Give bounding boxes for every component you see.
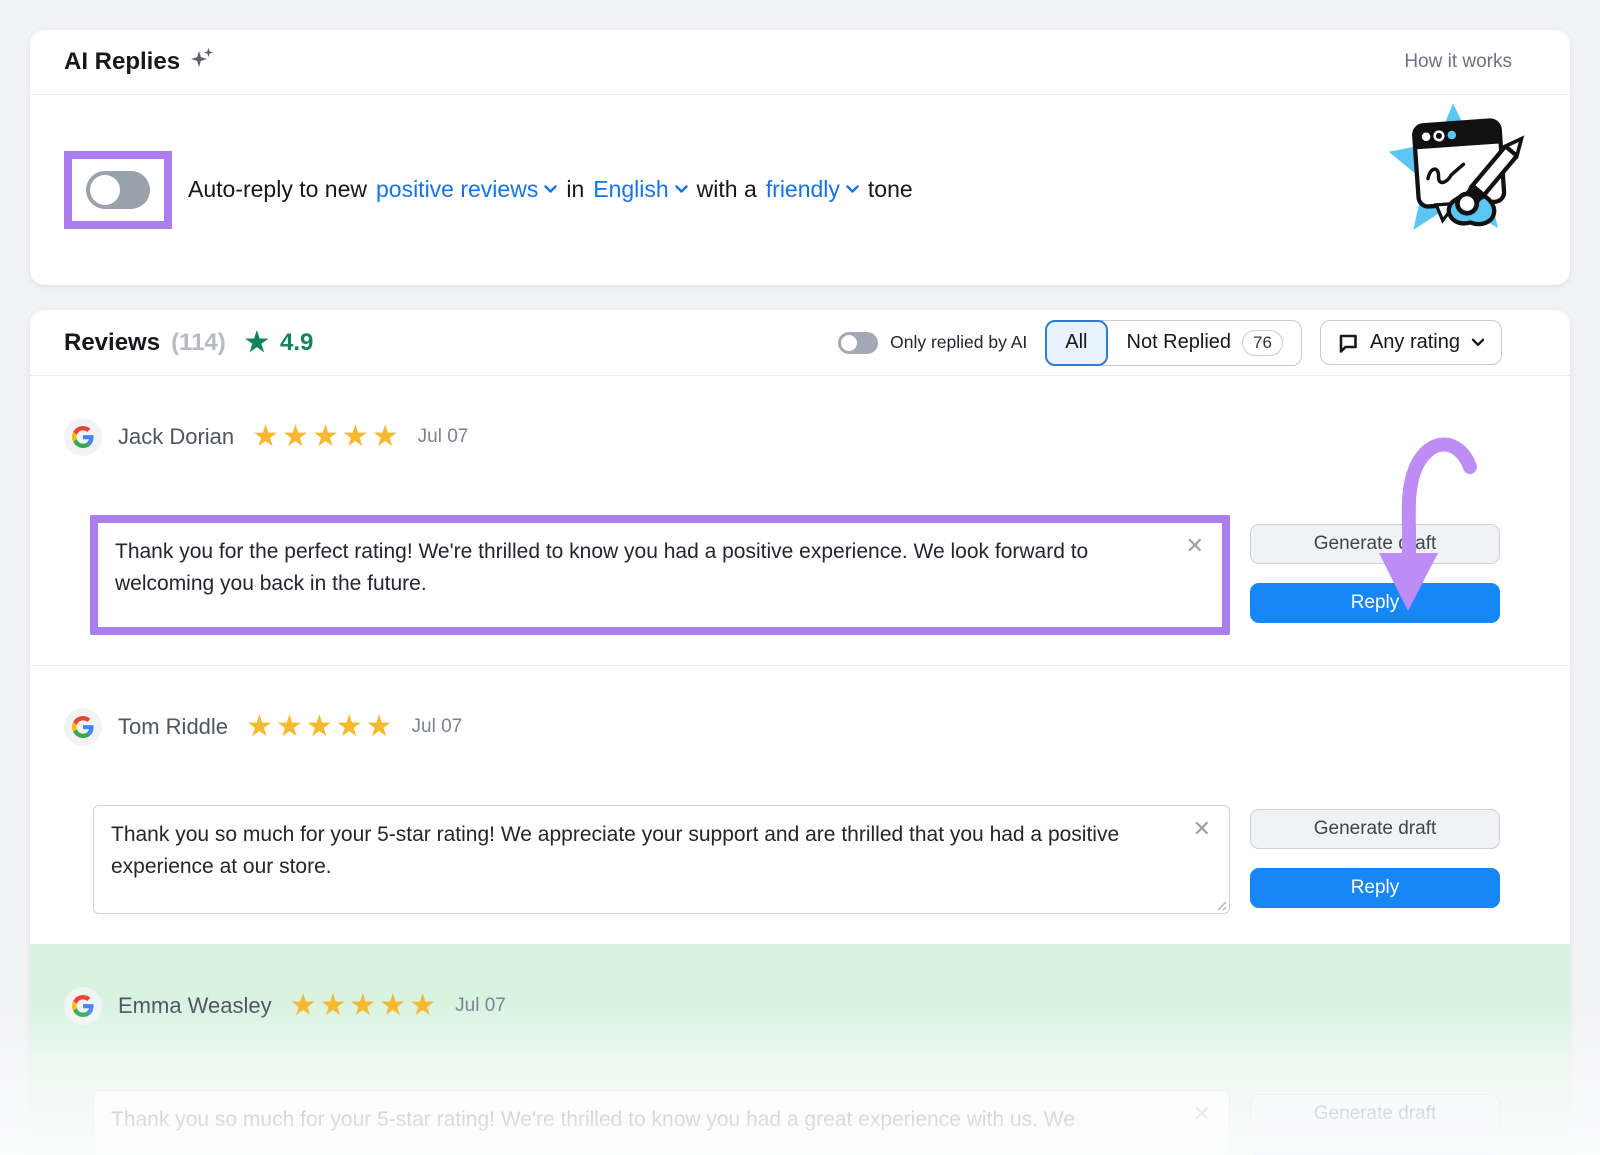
google-icon: [64, 987, 102, 1025]
review-head: Jack Dorian ★★★★★ Jul 07: [64, 376, 1500, 456]
reviewer-name: Tom Riddle: [118, 714, 228, 740]
star-rating: ★★★★★: [246, 712, 395, 742]
chevron-down-icon: [544, 185, 557, 194]
tone-suffix-label: tone: [868, 176, 913, 203]
reply-textarea-wrap: Thank you so much for your 5-star rating…: [93, 805, 1230, 914]
review-row-auto-replied: Emma Weasley ★★★★★ Jul 07 Thank you so m…: [30, 944, 1570, 1155]
reply-button[interactable]: Reply: [1250, 868, 1500, 908]
reviews-filters: Only replied by AI All Not Replied 76 An…: [838, 320, 1502, 366]
language-dropdown[interactable]: English: [593, 176, 687, 203]
chevron-down-icon: [675, 185, 688, 194]
review-date: Jul 07: [455, 995, 506, 1017]
reply-textarea[interactable]: Thank you so much for your 5-star rating…: [94, 1091, 1229, 1155]
generate-draft-button[interactable]: Generate draft: [1250, 524, 1500, 564]
chevron-down-icon: [846, 185, 859, 194]
close-icon[interactable]: ✕: [1184, 533, 1206, 559]
toggle-knob: [90, 175, 120, 205]
ai-replies-title: AI Replies: [64, 46, 215, 79]
reply-actions: Generate draft Reply: [1250, 515, 1500, 623]
review-type-dropdown[interactable]: positive reviews: [376, 176, 557, 203]
green-star-icon: ★: [245, 329, 269, 356]
reply-textarea-highlight-box: Thank you for the perfect rating! We're …: [90, 515, 1230, 635]
replied-filter-tabs: All Not Replied 76: [1045, 320, 1302, 366]
tab-not-replied-label: Not Replied: [1127, 331, 1232, 354]
language-value: English: [593, 176, 668, 203]
review-type-value: positive reviews: [376, 176, 538, 203]
ai-replies-title-text: AI Replies: [64, 48, 180, 76]
close-icon[interactable]: ✕: [1191, 816, 1213, 842]
google-icon: [64, 418, 102, 456]
only-replied-by-ai-toggle[interactable]: [838, 332, 878, 354]
reply-section: Thank you so much for your 5-star rating…: [64, 1090, 1500, 1155]
tone-dropdown[interactable]: friendly: [766, 176, 859, 203]
auto-reply-sentence: Auto-reply to new positive reviews in En…: [188, 176, 913, 203]
tab-not-replied[interactable]: Not Replied 76: [1107, 321, 1301, 365]
star-rating: ★★★★★: [252, 422, 401, 452]
auto-reply-settings-row: Auto-reply to new positive reviews in En…: [30, 95, 1570, 284]
reviewer-name: Jack Dorian: [118, 424, 234, 450]
how-it-works-link[interactable]: How it works: [1404, 51, 1512, 73]
reply-actions: Generate draft Reply: [1250, 805, 1500, 908]
sparkles-icon: [189, 46, 215, 79]
reply-textarea-wrap: Thank you so much for your 5-star rating…: [93, 1090, 1230, 1155]
google-icon: [64, 708, 102, 746]
ai-replies-card: AI Replies How it works Auto-reply to ne…: [30, 30, 1570, 285]
writing-illustration: [1378, 95, 1528, 245]
chevron-down-icon: [1471, 338, 1485, 347]
reviewer-name: Emma Weasley: [118, 993, 272, 1019]
review-head: Tom Riddle ★★★★★ Jul 07: [64, 666, 1500, 746]
reply-section: Thank you for the perfect rating! We're …: [64, 515, 1500, 665]
reply-section: Thank you so much for your 5-star rating…: [64, 805, 1500, 944]
tone-value: friendly: [766, 176, 840, 203]
star-rating: ★★★★★: [290, 991, 439, 1021]
not-replied-count-badge: 76: [1242, 330, 1283, 356]
any-rating-dropdown[interactable]: Any rating: [1320, 320, 1502, 365]
tab-all[interactable]: All: [1045, 320, 1107, 366]
reply-textarea[interactable]: Thank you so much for your 5-star rating…: [94, 806, 1229, 913]
reply-textarea[interactable]: Thank you for the perfect rating! We're …: [98, 523, 1222, 627]
only-replied-by-ai-label: Only replied by AI: [890, 332, 1027, 353]
comment-bubble-icon: [1337, 332, 1359, 354]
generate-draft-button[interactable]: Generate draft: [1250, 1094, 1500, 1134]
review-head: Emma Weasley ★★★★★ Jul 07: [64, 945, 1500, 1025]
reviews-title-text: Reviews: [64, 329, 160, 357]
any-rating-label: Any rating: [1370, 331, 1460, 354]
with-label: with a: [697, 176, 757, 203]
close-icon[interactable]: ✕: [1191, 1101, 1213, 1127]
generate-draft-button[interactable]: Generate draft: [1250, 809, 1500, 849]
reviews-header: Reviews (114) ★ 4.9 Only replied by AI A…: [30, 310, 1570, 376]
auto-reply-toggle[interactable]: [86, 171, 150, 209]
reply-button[interactable]: Reply: [1250, 583, 1500, 623]
review-row: Tom Riddle ★★★★★ Jul 07 Thank you so muc…: [30, 665, 1570, 944]
in-label: in: [566, 176, 584, 203]
auto-reply-prefix: Auto-reply to new: [188, 176, 367, 203]
review-row: Jack Dorian ★★★★★ Jul 07 Thank you for t…: [30, 376, 1570, 665]
toggle-highlight-box: [64, 151, 172, 229]
review-date: Jul 07: [418, 426, 469, 448]
reviews-count: (114): [171, 329, 226, 357]
reviews-card: Reviews (114) ★ 4.9 Only replied by AI A…: [30, 310, 1570, 1155]
toggle-knob: [841, 335, 857, 351]
reply-actions: Generate draft Reply: [1250, 1090, 1500, 1155]
review-date: Jul 07: [412, 716, 463, 738]
average-rating: 4.9: [280, 329, 313, 357]
ai-replies-header: AI Replies How it works: [30, 30, 1570, 95]
reviews-title: Reviews (114) ★ 4.9: [64, 329, 313, 357]
